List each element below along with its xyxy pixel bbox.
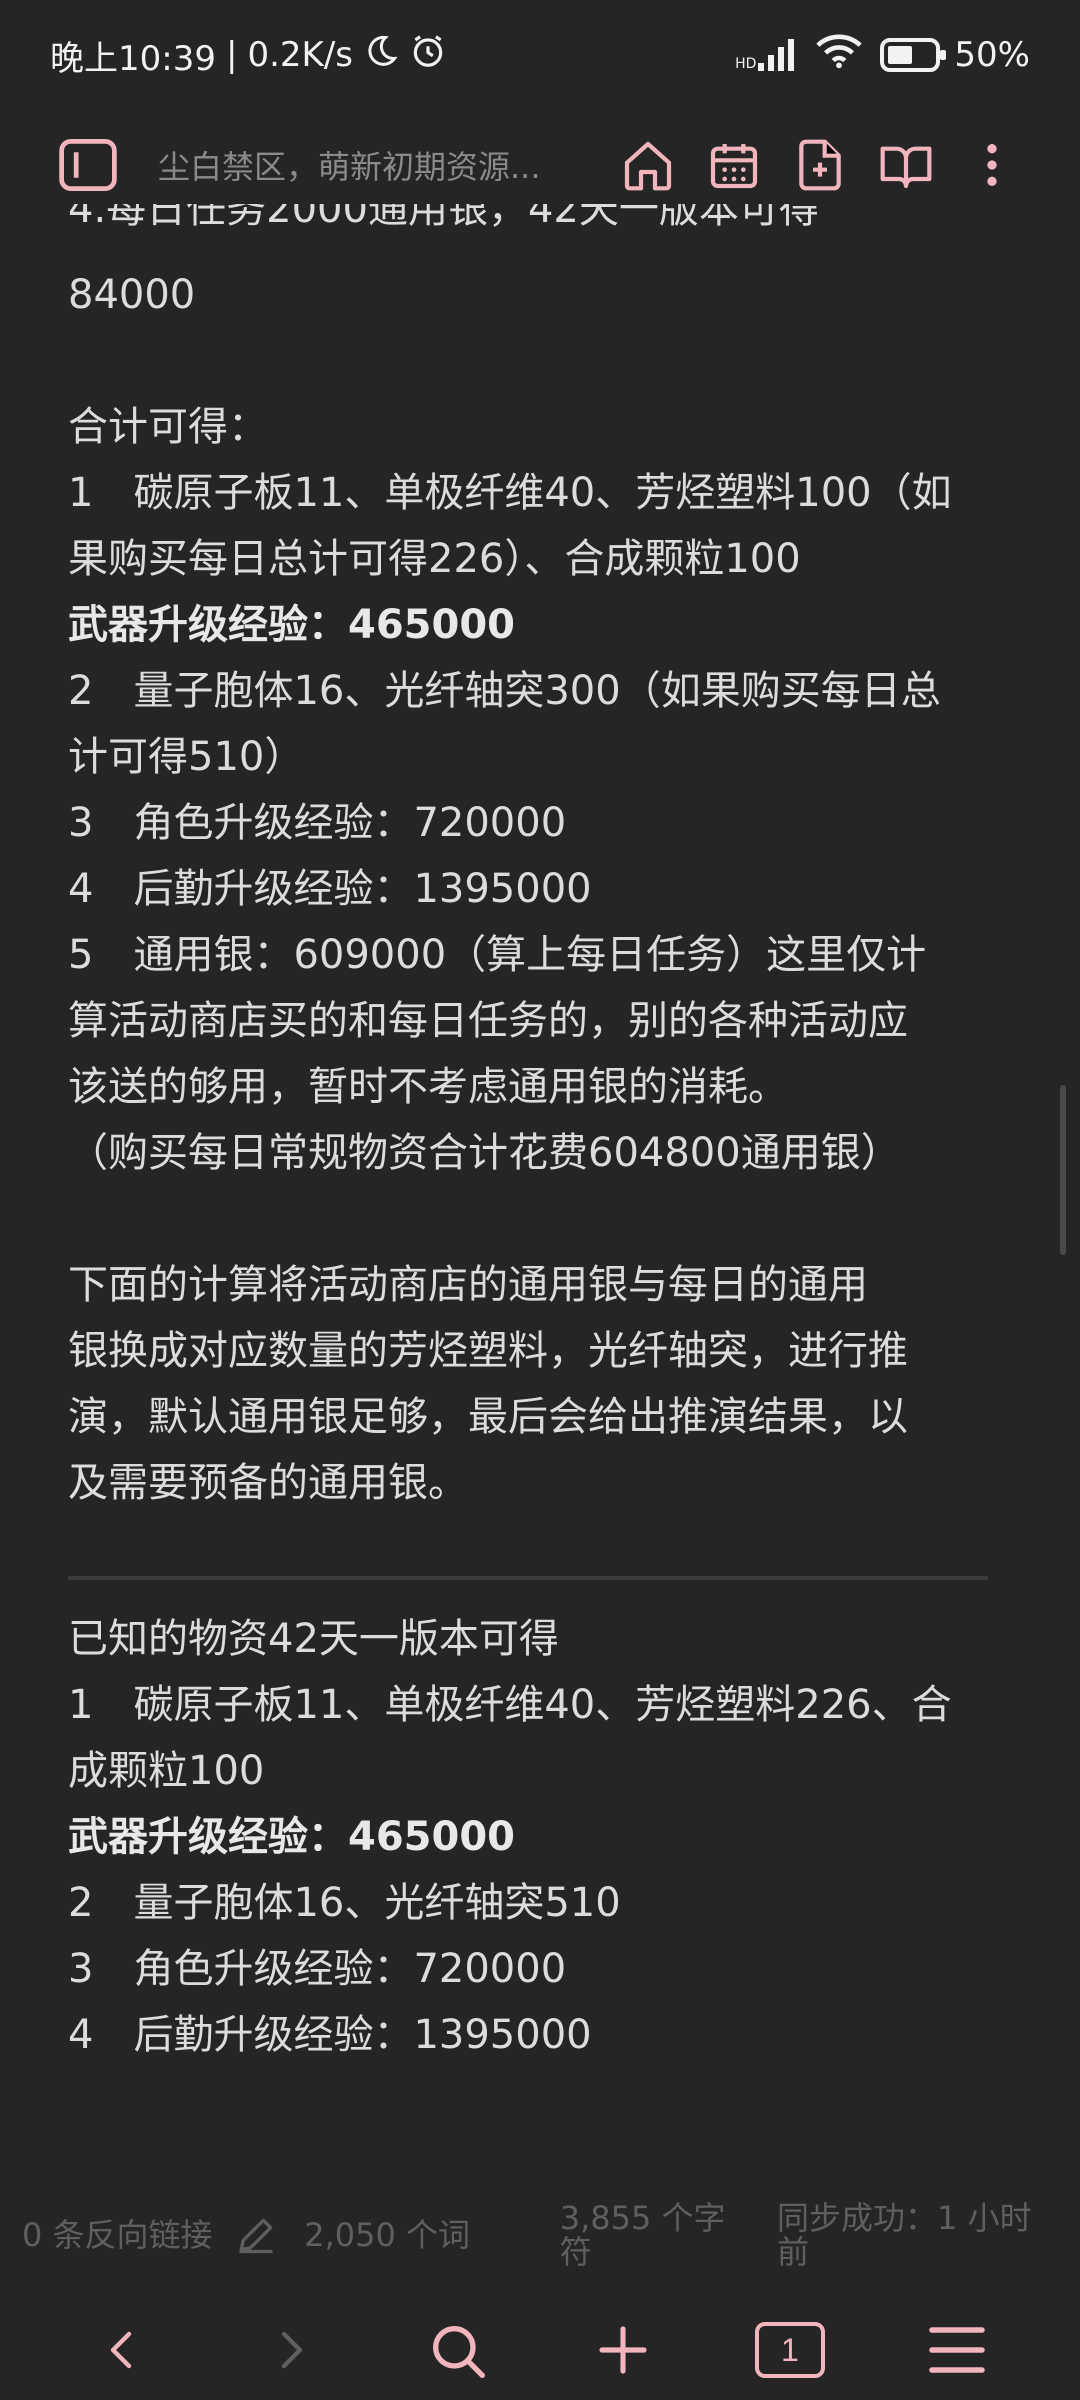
sync-status[interactable]: 同步成功：1 小时前 [777,2201,1058,2269]
new-tab-button[interactable] [583,2310,663,2390]
toolbar-actions [618,135,1022,195]
text-line: 演，默认通用银足够，最后会给出推演结果，以 [68,1394,908,1440]
new-note-button[interactable] [790,135,850,195]
text-line: 成颗粒100 [68,1748,265,1794]
text-line: 合计可得： [68,404,268,450]
chevron-right-icon [281,2331,303,2369]
bold-text: 武器升级经验：465000 [68,1814,515,1860]
text-line: 5 通用银：609000（算上每日任务）这里仅计 [68,932,927,978]
signal-icon: HD [735,39,798,71]
status-left: 晚上10:39 | 0.2K/s [50,31,447,80]
edit-mode-button[interactable] [228,2213,284,2257]
note-title[interactable]: 尘白禁区，萌新初期资源... [158,142,598,188]
text-line: 1 碳原子板11、单极纤维40、芳烃塑料226、合 [68,1682,952,1728]
reading-view-button[interactable] [876,135,936,195]
file-plus-icon [799,139,841,191]
char-count: 3,855 个字符 [559,2199,726,2271]
status-right: HD 50% [735,33,1030,78]
text-line: 武器升级经验：465000 [68,1804,1008,1870]
home-button[interactable] [618,135,678,195]
text-line: 1 碳原子板11、单极纤维40、芳烃塑料100（如 [68,470,952,516]
more-options-button[interactable] [962,135,1022,195]
menu-button[interactable] [917,2310,997,2390]
word-count: 2,050 个词 [304,2216,471,2254]
status-bar: 晚上10:39 | 0.2K/s HD 50% [0,0,1080,110]
book-open-icon [880,146,932,189]
text-line: 银换成对应数量的芳烃塑料，光纤轴突，进行推 [68,1328,908,1374]
text-line: 2 量子胞体16、光纤轴突510 [68,1880,621,1926]
text-line: （购买每日常规物资合计花费604800通用银） [68,1130,901,1176]
sidebar-icon [59,139,117,191]
note-stats-bar: 0 条反向链接 2,050 个词 3,855 个字符 同步成功：1 小时前 [0,2195,1080,2275]
text-line: 下面的计算将活动商店的通用银与每日的通用 [68,1262,868,1308]
calendar-icon [710,144,758,189]
text-line: 该送的够用，暂时不考虑通用银的消耗。 [68,1064,788,1110]
text-line: 及需要预备的通用银。 [68,1460,468,1506]
back-button[interactable] [83,2310,163,2390]
battery: 50% [880,35,1030,75]
battery-icon [880,38,947,72]
note-content[interactable]: 84000 合计可得： 1 碳原子板11、单极纤维40、芳烃塑料100（如 果购… [68,210,1008,2068]
text-line: 4 后勤升级经验：1395000 [68,866,592,912]
network-speed: 0.2K/s [247,35,353,75]
more-vertical-icon [987,144,997,186]
sidebar-toggle-button[interactable] [58,135,118,195]
search-button[interactable] [417,2310,497,2390]
bottom-navigation: 1 [0,2300,1080,2400]
backlinks-count[interactable]: 0 条反向链接 [22,2218,228,2252]
daily-note-button[interactable] [704,135,764,195]
text-line: 84000 [68,272,196,318]
text-line: 3 角色升级经验：720000 [68,800,567,846]
text-line: 算活动商店买的和每日任务的，别的各种活动应 [68,998,908,1044]
text-line: 武器升级经验：465000 [68,592,1008,658]
hd-label: HD [735,56,757,72]
scrollbar-thumb[interactable] [1060,1085,1066,1255]
bold-text: 武器升级经验：465000 [68,602,515,648]
clock: 晚上10:39 [50,38,216,79]
wifi-icon [816,33,863,78]
tab-count: 1 [754,2322,825,2378]
chevron-left-icon [111,2331,132,2369]
text-line: 果购买每日总计可得226）、合成颗粒100 [68,536,801,582]
home-icon [624,141,672,191]
hamburger-menu-icon [928,2327,985,2373]
text-line: 2 量子胞体16、光纤轴突300（如果购买每日总 [68,668,941,714]
tab-switcher-button[interactable]: 1 [750,2310,830,2390]
horizontal-rule [68,1576,988,1580]
text-line: 已知的物资42天一版本可得 [68,1616,559,1662]
search-icon [432,2326,485,2378]
text-line: 计可得510） [68,734,305,780]
divider: | [225,35,238,75]
moon-icon [363,33,399,78]
text-line: 3 角色升级经验：720000 [68,1946,567,1992]
text-line: 4 后勤升级经验：1395000 [68,2012,592,2058]
pencil-icon [239,2218,273,2254]
alarm-icon [409,32,447,79]
forward-button[interactable] [250,2310,330,2390]
battery-percent: 50% [954,35,1030,75]
plus-icon [599,2326,647,2374]
